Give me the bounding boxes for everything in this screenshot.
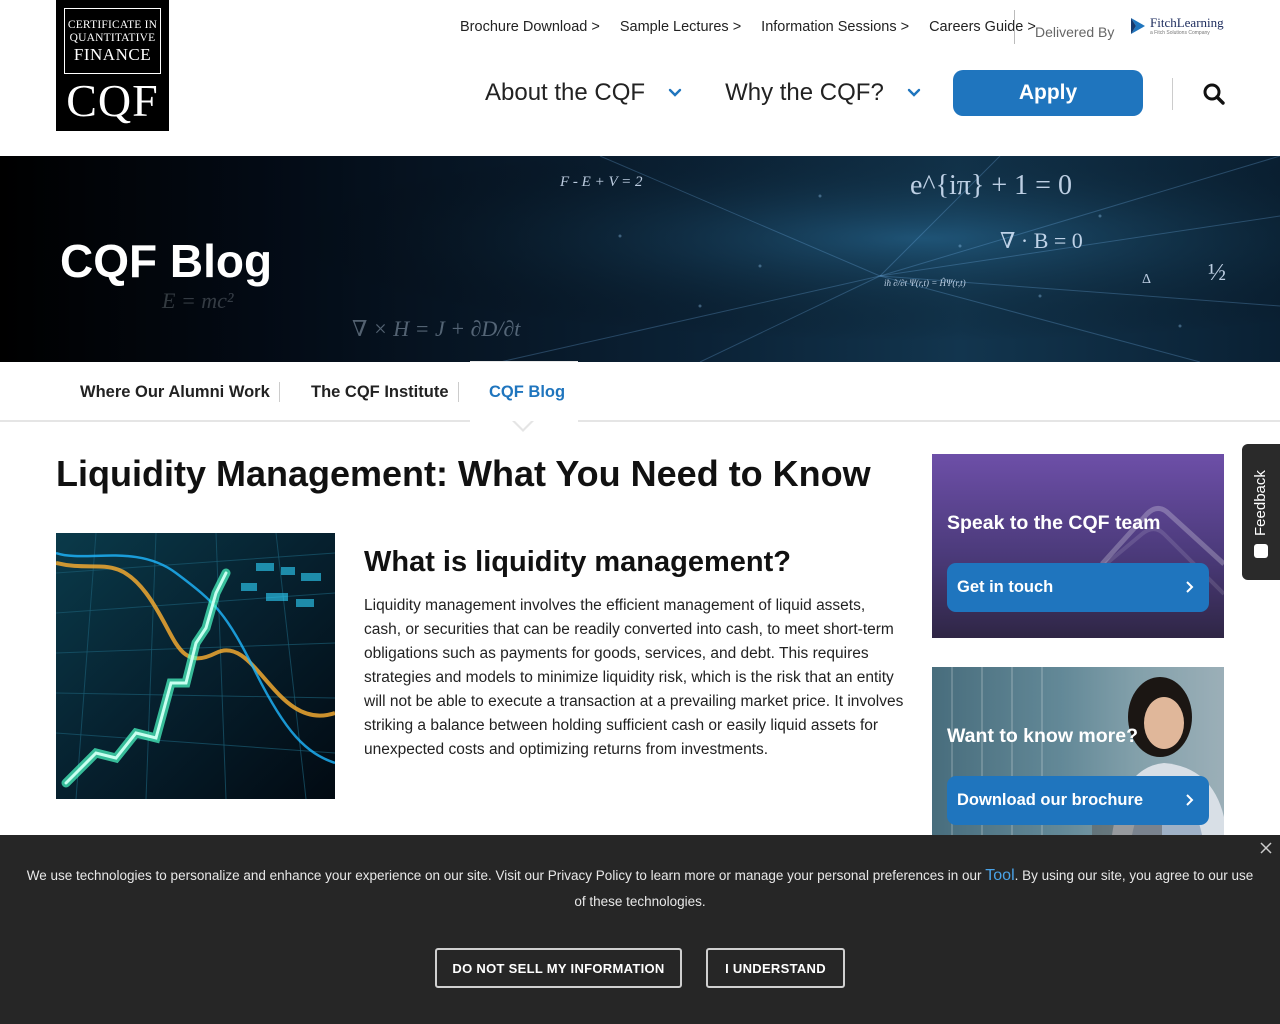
article-image bbox=[56, 533, 335, 799]
apply-button[interactable]: Apply bbox=[953, 70, 1143, 116]
feedback-tab[interactable]: Feedback bbox=[1242, 444, 1280, 580]
top-links: Brochure Download > Sample Lectures > In… bbox=[460, 19, 1056, 35]
brochure-download-link[interactable]: Brochure Download > bbox=[460, 19, 600, 35]
chevron-down-icon bbox=[668, 88, 682, 97]
nav-divider bbox=[1172, 78, 1173, 110]
cookie-text-before: We use technologies to personalize and e… bbox=[26, 868, 986, 883]
nav-why-cqf[interactable]: Why the CQF? bbox=[725, 79, 922, 107]
page-title: CQF Blog bbox=[60, 235, 273, 287]
nav-about-cqf[interactable]: About the CQF bbox=[485, 79, 683, 107]
logo-mark: CQF bbox=[66, 75, 159, 126]
chevron-right-icon bbox=[1186, 794, 1194, 806]
equation: ½ bbox=[1208, 260, 1226, 286]
subnav-separator bbox=[279, 382, 280, 402]
preferences-tool-link[interactable]: Tool bbox=[985, 867, 1014, 884]
subnav-cqf-blog[interactable]: CQF Blog bbox=[489, 362, 565, 422]
equation: F - E + V = 2 bbox=[560, 174, 643, 190]
main-nav: About the CQF Why the CQF? bbox=[485, 70, 964, 116]
fitch-tagline: a Fitch Solutions Company bbox=[1150, 30, 1210, 36]
article-title: Liquidity Management: What You Need to K… bbox=[56, 453, 871, 494]
cookie-message: We use technologies to personalize and e… bbox=[20, 863, 1260, 915]
top-divider bbox=[1014, 10, 1015, 44]
information-sessions-link[interactable]: Information Sessions > bbox=[761, 19, 909, 35]
chevron-down-icon bbox=[907, 88, 920, 97]
logo-line-3: FINANCE bbox=[73, 44, 152, 64]
brochure-card: Want to know more? Download our brochure bbox=[932, 667, 1224, 835]
cookie-banner: We use technologies to personalize and e… bbox=[0, 835, 1280, 1024]
nav-why-label: Why the CQF? bbox=[725, 79, 884, 106]
card2-title: Want to know more? bbox=[947, 725, 1139, 747]
search-icon[interactable] bbox=[1202, 82, 1226, 106]
section-title: What is liquidity management? bbox=[364, 546, 791, 578]
section-body: Liquidity management involves the effici… bbox=[364, 597, 904, 758]
logo-box: CERTIFICATE IN QUANTITATIVE FINANCE bbox=[64, 8, 161, 74]
financial-chart-image bbox=[56, 533, 335, 799]
logo-line-1: CERTIFICATE IN bbox=[67, 18, 158, 31]
careers-guide-link[interactable]: Careers Guide > bbox=[929, 19, 1036, 35]
feedback-label: Feedback bbox=[1252, 470, 1269, 536]
get-in-touch-label: Get in touch bbox=[957, 578, 1054, 596]
equation: E = mc² bbox=[162, 288, 234, 313]
card1-title: Speak to the CQF team bbox=[947, 512, 1161, 534]
delivered-by-label: Delivered By bbox=[1035, 24, 1115, 40]
i-understand-button[interactable]: I UNDERSTAND bbox=[706, 948, 845, 988]
equation: ∇ × H = J + ∂D/∂t bbox=[352, 316, 521, 341]
equation: Δ bbox=[1142, 272, 1152, 287]
feedback-icon bbox=[1254, 544, 1268, 558]
fitch-learning-logo[interactable]: FitchLearning a Fitch Solutions Company bbox=[1130, 16, 1224, 36]
sample-lectures-link[interactable]: Sample Lectures > bbox=[620, 19, 741, 35]
fitch-arrow-icon bbox=[1130, 16, 1146, 36]
sub-navigation: Where Our Alumni Work The CQF Institute bbox=[0, 362, 1280, 422]
download-brochure-button[interactable]: Download our brochure bbox=[947, 776, 1209, 825]
equation: e^{iπ} + 1 = 0 bbox=[910, 170, 1072, 201]
hero-banner: F - E + V = 2 e^{iπ} + 1 = 0 ∇ · B = 0 E… bbox=[0, 156, 1280, 362]
site-header: CERTIFICATE IN QUANTITATIVE FINANCE CQF … bbox=[0, 0, 1280, 156]
fitch-name: FitchLearning bbox=[1150, 15, 1224, 30]
subnav-cqf-institute[interactable]: The CQF Institute bbox=[311, 362, 449, 422]
chevron-right-icon bbox=[1186, 581, 1194, 593]
do-not-sell-button[interactable]: DO NOT SELL MY INFORMATION bbox=[435, 948, 682, 988]
subnav-alumni-work[interactable]: Where Our Alumni Work bbox=[80, 362, 270, 422]
cqf-logo[interactable]: CERTIFICATE IN QUANTITATIVE FINANCE CQF bbox=[56, 0, 169, 131]
subnav-separator bbox=[458, 382, 459, 402]
download-brochure-label: Download our brochure bbox=[957, 791, 1144, 809]
equation: iħ ∂/∂t Ψ(r,t) = ĤΨ(r,t) bbox=[884, 278, 966, 288]
speak-to-team-card: Speak to the CQF team Get in touch bbox=[932, 454, 1224, 638]
active-tab-pointer bbox=[512, 420, 534, 432]
logo-line-2: QUANTITATIVE bbox=[69, 31, 156, 44]
nav-about-label: About the CQF bbox=[485, 79, 646, 106]
equation: ∇ · B = 0 bbox=[1000, 228, 1083, 253]
close-icon[interactable] bbox=[1259, 841, 1273, 855]
get-in-touch-button[interactable]: Get in touch bbox=[947, 563, 1209, 612]
